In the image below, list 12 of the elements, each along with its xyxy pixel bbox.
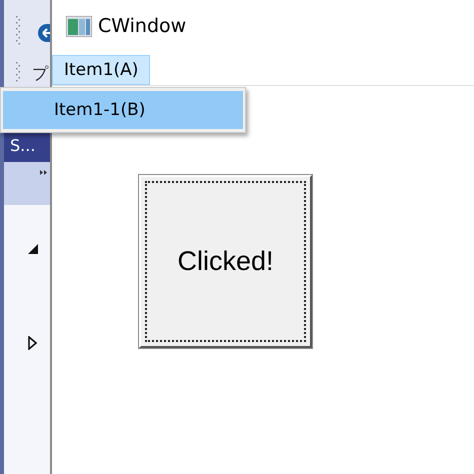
overflow-icon[interactable] xyxy=(40,170,48,175)
grip-icon[interactable] xyxy=(16,62,20,84)
window-title: CWindow xyxy=(98,14,186,40)
grip-icon[interactable] xyxy=(16,16,20,46)
menu-item[interactable]: Item1(A) xyxy=(52,55,150,85)
clicked-button[interactable]: Clicked! xyxy=(139,175,312,348)
back-icon[interactable] xyxy=(38,24,50,42)
app-icon xyxy=(66,16,92,37)
panel-text: プ xyxy=(32,64,48,84)
dropdown-item[interactable]: Item1-1(B) xyxy=(3,91,243,129)
expanded-triangle-icon[interactable] xyxy=(28,244,38,254)
collapsed-triangle-icon[interactable] xyxy=(28,336,37,350)
